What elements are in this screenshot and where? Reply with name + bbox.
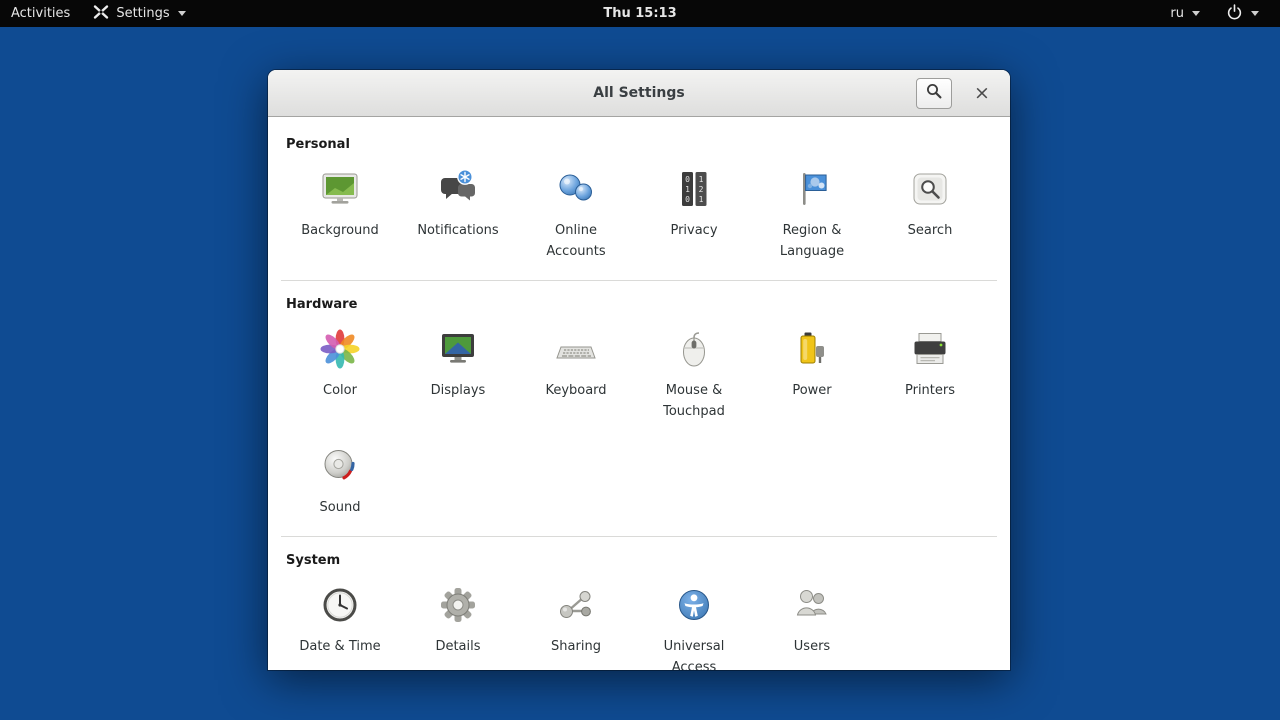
- settings-item-displays[interactable]: Displays: [399, 323, 517, 424]
- svg-text:0: 0: [685, 195, 690, 204]
- speaker-icon: [316, 442, 364, 490]
- settings-item-label: Sharing: [551, 639, 601, 655]
- keyboard-layout-indicator[interactable]: ru: [1159, 6, 1211, 21]
- settings-item-label: Online Accounts: [546, 223, 606, 260]
- background-icon: [316, 165, 364, 213]
- clock-label: Thu 15:13: [603, 6, 677, 21]
- section-personal: Personal Background Notifications Online…: [281, 121, 997, 280]
- section-hardware: Hardware Color Displays Keyboard Mouse &…: [281, 280, 997, 536]
- settings-item-sharing[interactable]: Sharing: [517, 579, 635, 670]
- activities-label: Activities: [11, 6, 71, 21]
- settings-item-label: Search: [907, 223, 953, 238]
- users-icon: [788, 581, 836, 629]
- settings-item-details[interactable]: Details: [399, 579, 517, 670]
- battery-icon: [788, 325, 836, 373]
- settings-item-label: Color: [323, 383, 357, 399]
- system-status-menu[interactable]: [1215, 3, 1270, 24]
- settings-item-label: Sound: [319, 500, 361, 516]
- settings-item-privacy[interactable]: 010 121 Privacy: [635, 163, 753, 264]
- search-tile-icon: [906, 165, 954, 213]
- close-button[interactable]: ×: [968, 79, 996, 107]
- header-bar[interactable]: All Settings ×: [268, 70, 1010, 117]
- search-button[interactable]: [916, 77, 952, 109]
- settings-item-label: Region & Language: [779, 223, 845, 260]
- close-icon: ×: [974, 82, 990, 104]
- settings-item-label: Universal Access: [663, 639, 725, 670]
- notifications-icon: [434, 165, 482, 213]
- settings-item-label: Displays: [430, 383, 486, 399]
- settings-item-label: Mouse & Touchpad: [663, 383, 725, 420]
- power-icon: [1226, 3, 1243, 24]
- svg-text:1: 1: [685, 185, 690, 194]
- online-accounts-icon: [552, 165, 600, 213]
- section-title: System: [286, 553, 341, 569]
- settings-item-label: Date & Time: [299, 639, 381, 655]
- settings-item-search[interactable]: Search: [871, 163, 989, 264]
- settings-item-keyboard[interactable]: Keyboard: [517, 323, 635, 424]
- settings-item-power[interactable]: Power: [753, 323, 871, 424]
- settings-item-users[interactable]: Users: [753, 579, 871, 670]
- settings-item-label: Users: [793, 639, 831, 655]
- settings-item-color[interactable]: Color: [281, 323, 399, 424]
- svg-text:2: 2: [699, 185, 704, 194]
- keyboard-icon: [552, 325, 600, 373]
- color-icon: [316, 325, 364, 373]
- settings-item-label: Keyboard: [545, 383, 607, 399]
- printer-icon: [906, 325, 954, 373]
- mouse-icon: [670, 325, 718, 373]
- crossed-tools-icon: [92, 4, 110, 24]
- settings-item-label: Background: [301, 223, 379, 238]
- region-language-icon: [788, 165, 836, 213]
- sharing-icon: [552, 581, 600, 629]
- settings-content: Personal Background Notifications Online…: [268, 117, 1010, 670]
- chevron-down-icon: [1192, 11, 1200, 16]
- chevron-down-icon: [177, 11, 186, 16]
- clock-icon: [316, 581, 364, 629]
- svg-text:1: 1: [699, 195, 704, 204]
- settings-item-printers[interactable]: Printers: [871, 323, 989, 424]
- displays-icon: [434, 325, 482, 373]
- settings-item-label: Notifications: [417, 223, 499, 238]
- svg-text:1: 1: [699, 175, 704, 184]
- settings-item-label: Details: [435, 639, 481, 655]
- settings-item-label: Printers: [904, 383, 956, 399]
- gear-icon: [434, 581, 482, 629]
- universal-access-icon: [670, 581, 718, 629]
- svg-text:0: 0: [685, 175, 690, 184]
- settings-item-background[interactable]: Background: [281, 163, 399, 264]
- section-system: System Date & Time Details Sharing Unive…: [281, 536, 997, 670]
- settings-item-date-time[interactable]: Date & Time: [281, 579, 399, 670]
- settings-item-sound[interactable]: Sound: [281, 440, 399, 520]
- privacy-icon: 010 121: [670, 165, 718, 213]
- section-title: Personal: [286, 137, 350, 152]
- window-title: All Settings: [593, 85, 685, 101]
- settings-item-online-accounts[interactable]: Online Accounts: [517, 163, 635, 264]
- settings-item-notifications[interactable]: Notifications: [399, 163, 517, 264]
- activities-button[interactable]: Activities: [0, 6, 81, 21]
- search-icon: [925, 82, 943, 104]
- all-settings-window: All Settings × Personal Background Notif…: [268, 70, 1010, 670]
- settings-item-label: Privacy: [670, 223, 718, 238]
- settings-item-region-language[interactable]: Region & Language: [753, 163, 871, 264]
- settings-item-universal-access[interactable]: Universal Access: [635, 579, 753, 670]
- settings-item-mouse-touchpad[interactable]: Mouse & Touchpad: [635, 323, 753, 424]
- app-menu-settings[interactable]: Settings: [81, 4, 196, 24]
- top-bar: Activities Settings Thu 15:13 ru: [0, 0, 1280, 27]
- section-title: Hardware: [286, 297, 358, 313]
- app-menu-label: Settings: [116, 6, 170, 21]
- settings-item-label: Power: [792, 383, 832, 399]
- chevron-down-icon: [1251, 11, 1259, 16]
- keyboard-layout-label: ru: [1170, 6, 1184, 21]
